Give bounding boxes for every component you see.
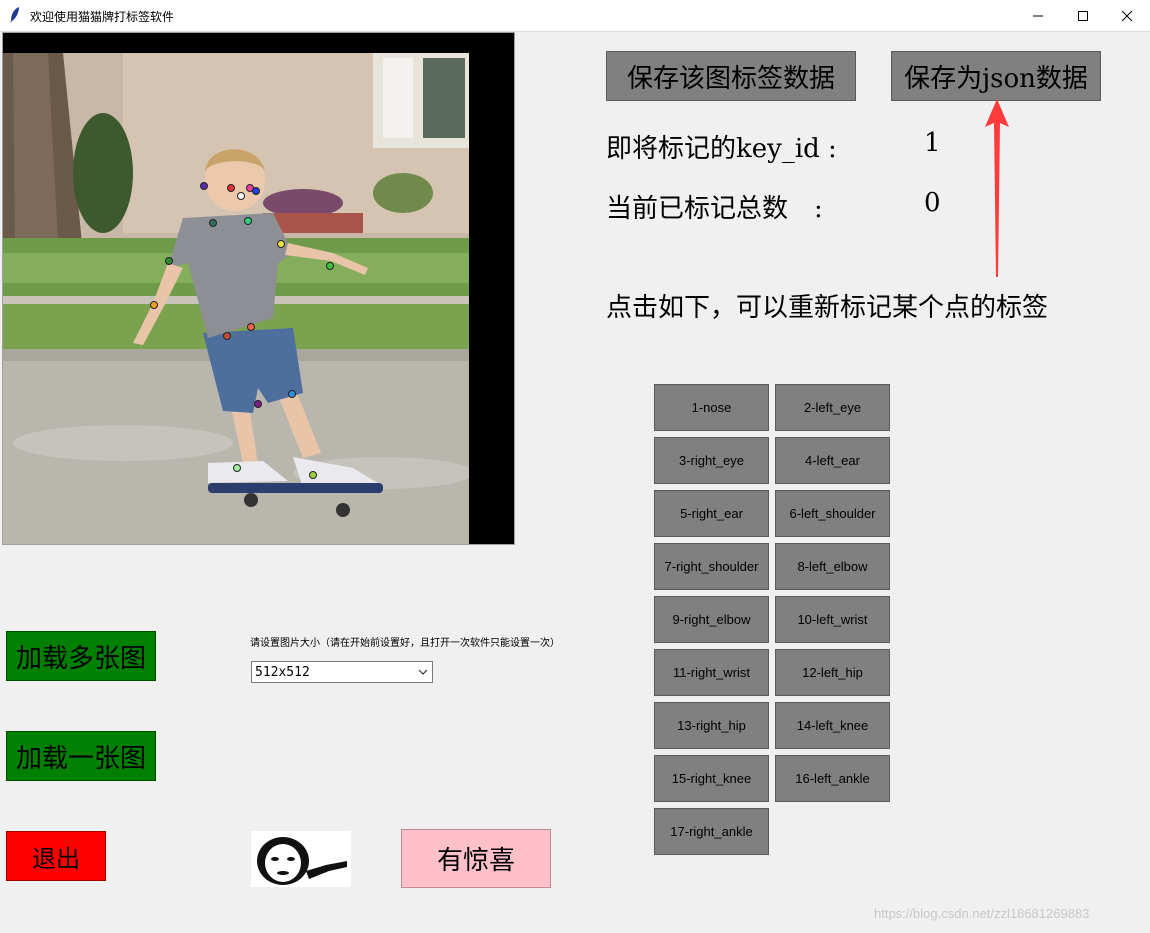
chevron-down-icon bbox=[418, 669, 428, 675]
close-icon bbox=[1121, 10, 1133, 21]
relabel-hint: 点击如下，可以重新标记某个点的标签 bbox=[606, 293, 1049, 323]
keypoint-button-right-wrist[interactable]: 11-right_wrist bbox=[654, 649, 769, 696]
total-label: 当前已标记总数 : bbox=[606, 194, 823, 224]
keypoint-button-left-ear[interactable]: 4-left_ear bbox=[775, 437, 890, 484]
window-title: 欢迎使用猫猫牌打标签软件 bbox=[30, 10, 175, 24]
keypoint-button-left-ankle[interactable]: 16-left_ankle bbox=[775, 755, 890, 802]
feather-icon bbox=[10, 7, 19, 23]
keypoint-button-right-knee[interactable]: 15-right_knee bbox=[654, 755, 769, 802]
total-value: 0 bbox=[924, 188, 941, 218]
photo-boy-skateboard bbox=[3, 53, 469, 544]
maximize-button[interactable] bbox=[1060, 0, 1106, 31]
keypoint-button-left-hip[interactable]: 12-left_hip bbox=[775, 649, 890, 696]
maximize-icon bbox=[1078, 10, 1088, 21]
save-json-button[interactable]: 保存为json数据 bbox=[891, 51, 1101, 101]
keypoint-button-left-elbow[interactable]: 8-left_elbow bbox=[775, 543, 890, 590]
arrow-up-icon bbox=[985, 99, 1009, 277]
next-key-label: 即将标记的key_id : bbox=[606, 134, 837, 164]
keypoint-button-nose[interactable]: 1-nose bbox=[654, 384, 769, 431]
image-size-value: 512x512 bbox=[255, 664, 310, 680]
keypoint-button-left-wrist[interactable]: 10-left_wrist bbox=[775, 596, 890, 643]
keypoint-button-left-knee[interactable]: 14-left_knee bbox=[775, 702, 890, 749]
exit-button[interactable]: 退出 bbox=[6, 831, 106, 881]
keypoint-button-right-hip[interactable]: 13-right_hip bbox=[654, 702, 769, 749]
keypoint-button-right-ear[interactable]: 5-right_ear bbox=[654, 490, 769, 537]
keypoint-button-left-shoulder[interactable]: 6-left_shoulder bbox=[775, 490, 890, 537]
load-multiple-button[interactable]: 加载多张图 bbox=[6, 631, 156, 681]
close-button[interactable] bbox=[1104, 0, 1150, 31]
watermark: https://blog.csdn.net/zzl18681269883 bbox=[874, 906, 1090, 921]
keypoint-button-right-elbow[interactable]: 9-right_elbow bbox=[654, 596, 769, 643]
image-size-select[interactable]: 512x512 bbox=[251, 661, 433, 683]
minimize-icon bbox=[1033, 15, 1043, 16]
keypoint-button-right-ankle[interactable]: 17-right_ankle bbox=[654, 808, 769, 855]
surprise-button[interactable]: 有惊喜 bbox=[401, 829, 551, 888]
size-setting-hint: 请设置图片大小（请在开始前设置好，且打开一次软件只能设置一次） bbox=[250, 638, 560, 649]
load-single-button[interactable]: 加载一张图 bbox=[6, 731, 156, 781]
keypoint-button-right-shoulder[interactable]: 7-right_shoulder bbox=[654, 543, 769, 590]
minimize-button[interactable] bbox=[1015, 0, 1061, 31]
keypoint-button-left-eye[interactable]: 2-left_eye bbox=[775, 384, 890, 431]
title-bar: 欢迎使用猫猫牌打标签软件 bbox=[0, 0, 1150, 32]
next-key-value: 1 bbox=[924, 128, 941, 158]
panda-meme-image bbox=[251, 831, 351, 887]
save-image-labels-button[interactable]: 保存该图标签数据 bbox=[606, 51, 856, 101]
keypoint-button-right-eye[interactable]: 3-right_eye bbox=[654, 437, 769, 484]
image-canvas[interactable] bbox=[3, 33, 514, 544]
